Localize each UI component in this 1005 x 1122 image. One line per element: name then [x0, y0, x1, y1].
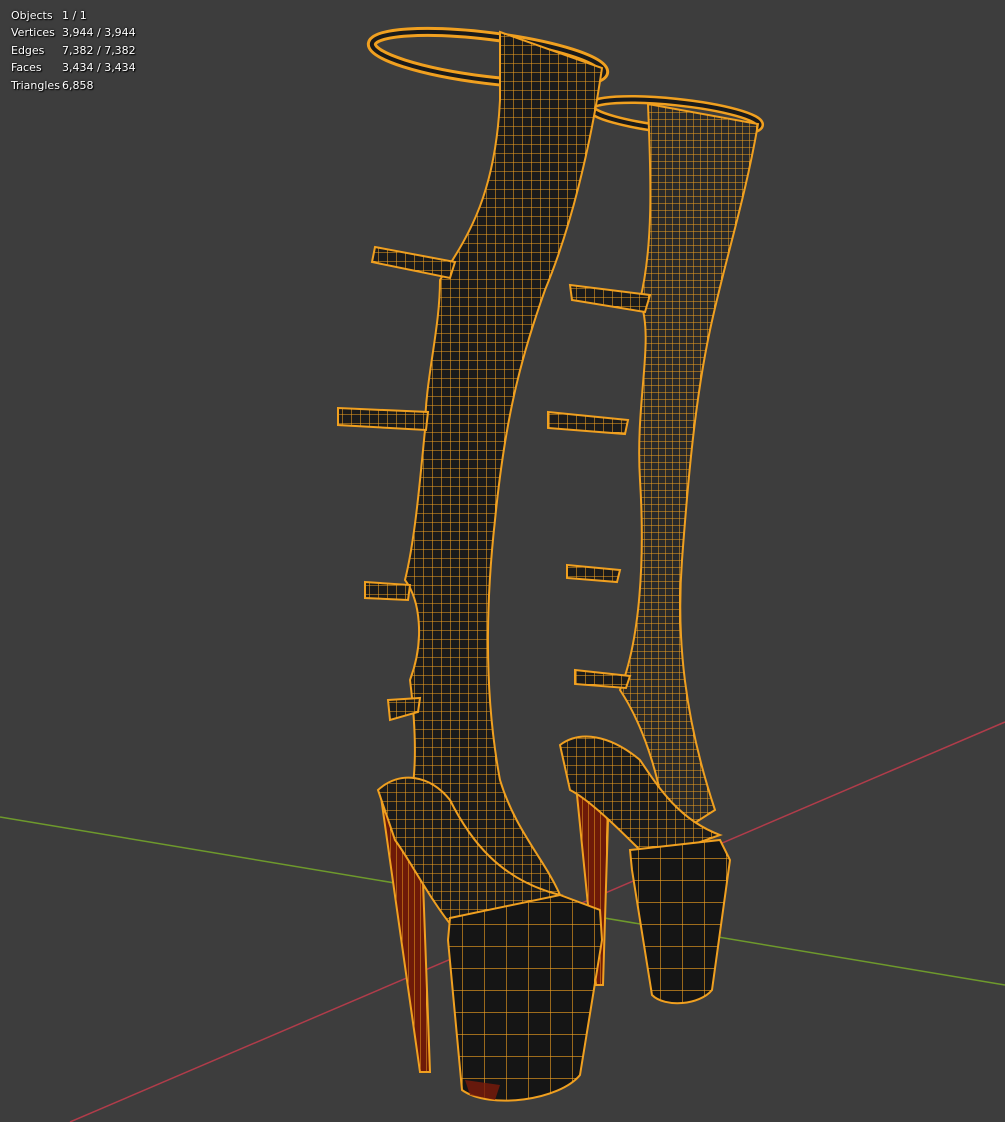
left-boot-mesh[interactable]: [337, 22, 610, 1102]
stat-vertices: Vertices 3,944 / 3,944: [11, 24, 136, 41]
3d-viewport[interactable]: Objects 1 / 1 Vertices 3,944 / 3,944 Edg…: [0, 0, 1005, 1122]
stat-value: 7,382 / 7,382: [62, 43, 136, 57]
stat-label: Triangles: [11, 78, 60, 92]
viewport-scene[interactable]: [0, 0, 1005, 1122]
stat-value: 1 / 1: [62, 9, 87, 22]
right-boot-mesh[interactable]: [547, 93, 765, 1005]
stat-label: Edges: [11, 43, 45, 57]
stat-value: 3,944 / 3,944: [62, 26, 136, 40]
stat-label: Objects: [11, 9, 53, 22]
stat-faces: Faces 3,434 / 3,434: [11, 59, 136, 76]
stat-value: 6,858: [62, 78, 94, 92]
stat-label: Faces: [11, 61, 42, 75]
stat-triangles: Triangles 6,858: [11, 77, 136, 94]
stat-value: 3,434 / 3,434: [62, 61, 136, 75]
stat-label: Vertices: [11, 26, 55, 40]
stat-edges: Edges 7,382 / 7,382: [11, 42, 136, 59]
scene-statistics-overlay: Objects 1 / 1 Vertices 3,944 / 3,944 Edg…: [11, 7, 136, 94]
stat-objects: Objects 1 / 1: [11, 7, 136, 24]
